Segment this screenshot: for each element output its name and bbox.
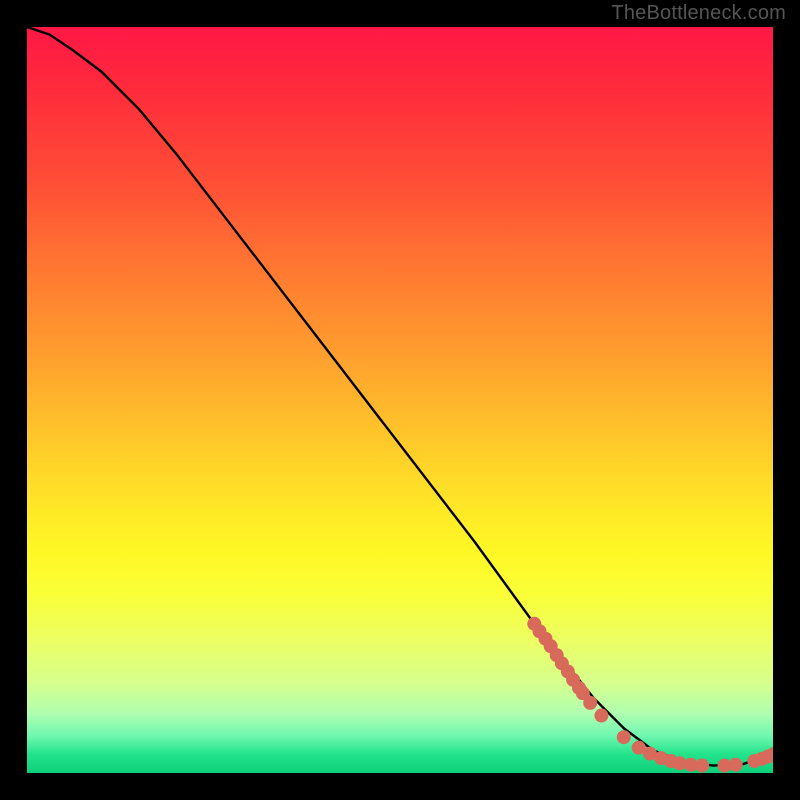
data-point [729,758,743,772]
chart-svg [27,27,773,773]
data-point [594,709,608,723]
watermark-text: TheBottleneck.com [611,2,786,25]
data-point [583,696,597,710]
chart-stage: TheBottleneck.com [0,0,800,800]
data-points [527,617,773,773]
data-point [617,730,631,744]
data-point [695,759,709,773]
plot-area [27,27,773,773]
curve-line [27,27,773,766]
